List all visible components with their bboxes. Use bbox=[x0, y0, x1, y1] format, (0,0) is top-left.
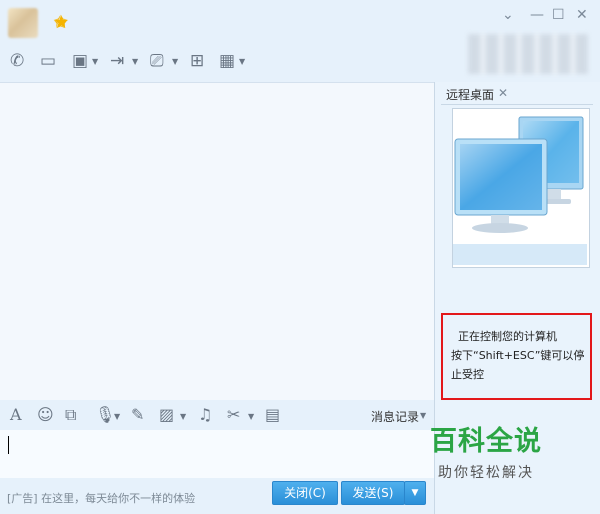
close-icon[interactable]: ✕ bbox=[576, 6, 588, 24]
blurred-header-info bbox=[468, 34, 588, 74]
chevron-down-icon[interactable]: ▼ bbox=[92, 57, 98, 66]
file-transfer-icon[interactable]: ⇥ bbox=[110, 52, 124, 70]
watermark-subtitle: 助你轻松解决 bbox=[438, 465, 534, 481]
font-icon[interactable]: A bbox=[10, 406, 22, 424]
message-record-button[interactable]: 消息记录 bbox=[371, 408, 419, 425]
chevron-down-icon[interactable]: ⌄ bbox=[502, 6, 514, 24]
pen-icon[interactable]: ✎ bbox=[131, 406, 144, 424]
notice-line-2: 按下“Shift+ESC”键可以停 bbox=[451, 349, 585, 362]
tab-underline bbox=[441, 104, 593, 105]
notice-line-3: 止受控 bbox=[451, 368, 484, 381]
remote-desktop-icon[interactable]: ⎚ bbox=[150, 52, 164, 70]
chevron-down-icon[interactable]: ▼ bbox=[420, 411, 426, 420]
text-caret bbox=[8, 436, 9, 454]
chevron-down-icon[interactable]: ▼ bbox=[180, 412, 186, 421]
chevron-down-icon[interactable]: ▼ bbox=[248, 412, 254, 421]
message-input[interactable] bbox=[0, 430, 434, 478]
clipboard-icon[interactable]: ▤ bbox=[265, 406, 280, 424]
emoji-icon[interactable]: ☺ bbox=[37, 406, 54, 424]
image-icon[interactable]: ▨ bbox=[159, 406, 174, 424]
minimize-icon[interactable]: — bbox=[530, 6, 544, 24]
send-button[interactable]: 发送(S) bbox=[341, 481, 405, 505]
shake-icon[interactable]: ⧉ bbox=[65, 406, 76, 424]
maximize-icon[interactable]: ☐ bbox=[552, 6, 565, 24]
close-button[interactable]: 关闭(C) bbox=[272, 481, 338, 505]
chevron-down-icon[interactable]: ▼ bbox=[114, 412, 120, 421]
chevron-down-icon[interactable]: ▼ bbox=[132, 57, 138, 66]
chat-history[interactable] bbox=[0, 82, 434, 400]
remote-desktop-bar bbox=[453, 244, 587, 265]
scissors-icon[interactable]: ✂ bbox=[227, 406, 240, 424]
screen-share-icon[interactable]: ▣ bbox=[72, 52, 88, 70]
tab-remote-desktop[interactable]: 远程桌面 bbox=[446, 86, 494, 103]
avatar[interactable] bbox=[8, 8, 38, 38]
computers-illustration bbox=[453, 109, 589, 245]
voice-icon[interactable]: 🎙 bbox=[95, 406, 115, 424]
music-icon[interactable]: ♫ bbox=[198, 406, 212, 424]
notice-line-1: 正在控制您的计算机 bbox=[458, 330, 557, 343]
new-chat-icon[interactable]: ⊞ bbox=[190, 52, 204, 70]
chevron-down-icon[interactable]: ▼ bbox=[172, 57, 178, 66]
send-options-button[interactable]: ▼ bbox=[404, 481, 426, 505]
ad-text[interactable]: [广告] 在这里，每天给你不一样的体验 bbox=[7, 490, 195, 506]
phone-icon[interactable]: ✆ bbox=[10, 52, 24, 70]
video-icon[interactable]: ▭ bbox=[40, 52, 56, 70]
star-icon-fill: ★ bbox=[53, 12, 70, 33]
apps-icon[interactable]: ▦ bbox=[219, 52, 235, 70]
chevron-down-icon[interactable]: ▼ bbox=[239, 57, 245, 66]
tab-close-icon[interactable]: ✕ bbox=[498, 86, 508, 100]
watermark-title: 百科全说 bbox=[430, 426, 542, 457]
